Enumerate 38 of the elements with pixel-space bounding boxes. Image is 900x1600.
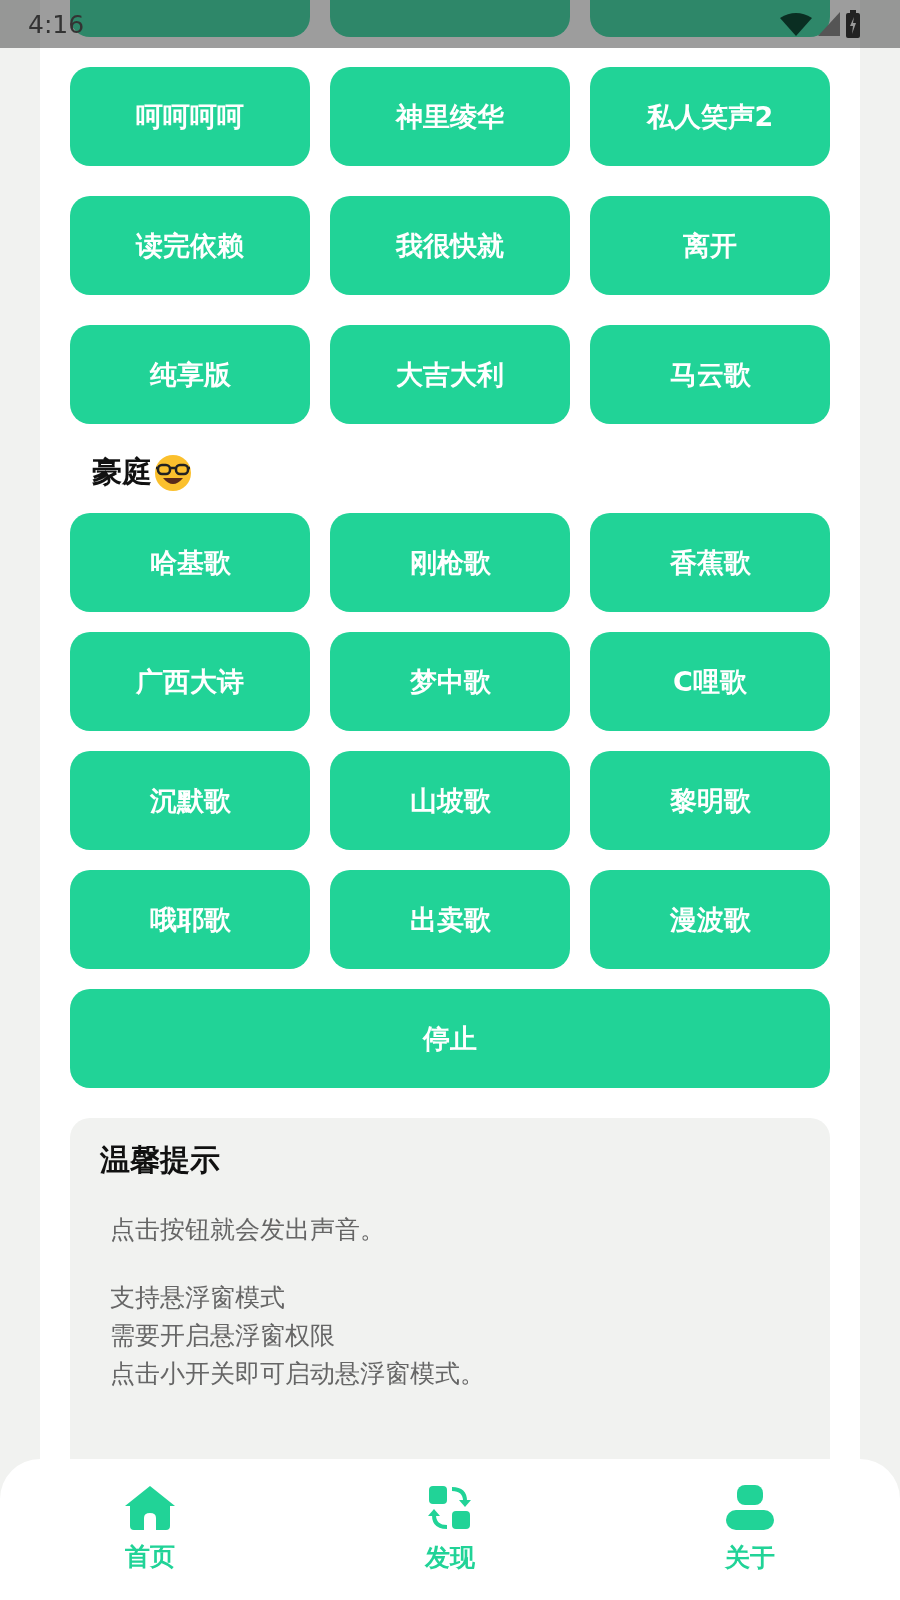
section-heading: 豪庭 [92,453,152,491]
tip-text: 需要开启悬浮窗权限 [110,1320,336,1352]
sound-button[interactable]: 出卖歌 [330,870,570,969]
sound-button[interactable]: C哩歌 [590,632,830,731]
sound-button[interactable]: 哈基歌 [70,513,310,612]
person-icon [726,1485,774,1531]
sound-button[interactable]: 香蕉歌 [590,513,830,612]
sound-button[interactable]: 刚枪歌 [330,513,570,612]
sound-button[interactable]: 离开 [590,196,830,295]
sound-button[interactable]: 马云歌 [590,325,830,424]
sound-button[interactable]: 我很快就 [330,196,570,295]
wifi-icon [780,12,812,36]
sound-button[interactable]: 神里绫华 [330,67,570,166]
stop-button[interactable]: 停止 [70,989,830,1088]
sound-button[interactable]: 山坡歌 [330,751,570,850]
sound-button[interactable]: 沉默歌 [70,751,310,850]
sound-button[interactable]: 哦耶歌 [70,870,310,969]
sound-button[interactable]: 梦中歌 [330,632,570,731]
sound-button[interactable]: 纯享版 [70,325,310,424]
battery-icon [846,10,860,38]
tip-text: 点击按钮就会发出声音。 [110,1214,386,1246]
sound-button[interactable]: 呵呵呵呵 [70,67,310,166]
tip-text: 点击小开关即可启动悬浮窗模式。 [110,1358,486,1390]
signal-icon [818,12,840,36]
tip-text: 支持悬浮窗模式 [110,1282,286,1314]
swap-squares-icon [427,1485,473,1531]
sound-button[interactable]: 读完依赖 [70,196,310,295]
sound-button[interactable]: 漫波歌 [590,870,830,969]
sound-button[interactable]: 黎明歌 [590,751,830,850]
home-icon [125,1486,175,1530]
card-title: 温馨提示 [100,1141,221,1179]
sound-button[interactable]: 私人笑声2 [590,67,830,166]
nerd-face-icon [154,453,192,492]
sound-button[interactable]: 大吉大利 [330,325,570,424]
nav-tab[interactable]: 关于 [680,1485,820,1574]
sound-button[interactable]: 广西大诗 [70,632,310,731]
nav-tab[interactable]: 发现 [380,1485,520,1574]
nav-tab[interactable]: 首页 [80,1486,220,1573]
